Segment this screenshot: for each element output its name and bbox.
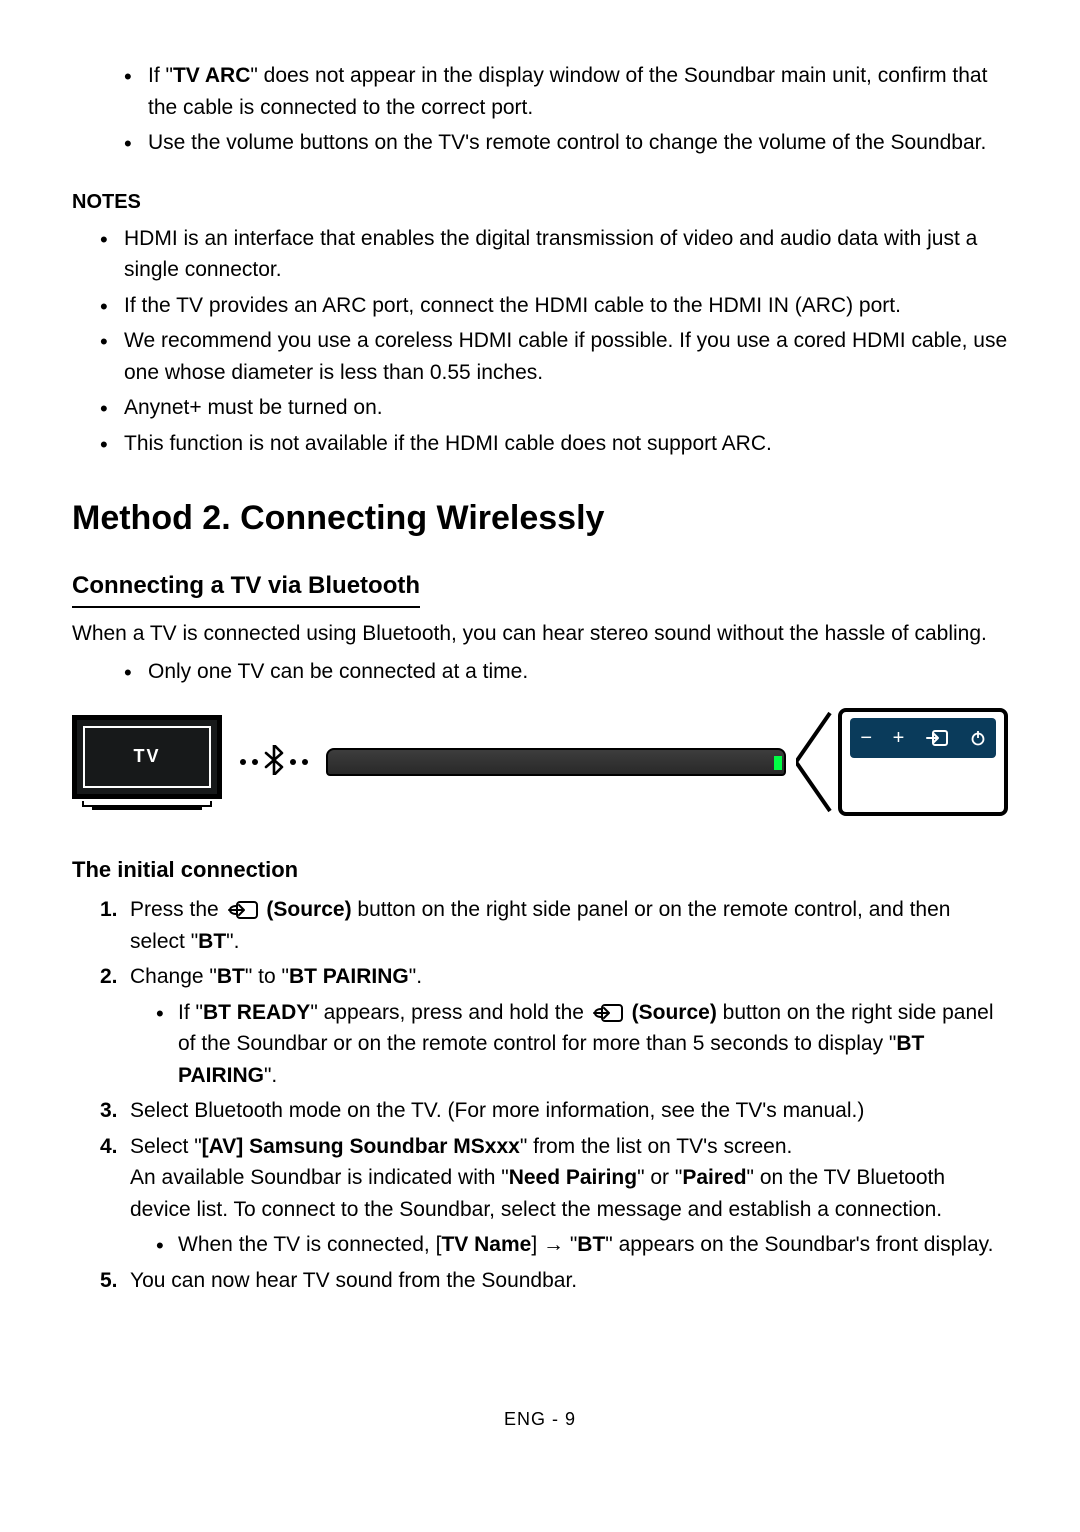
step-2-sub: If "BT READY" appears, press and hold th…: [156, 997, 1008, 1092]
tv-illustration: TV: [72, 715, 222, 810]
notes-list: HDMI is an interface that enables the di…: [100, 223, 1008, 460]
step-4: 4. Select "[AV] Samsung Soundbar MSxxx" …: [100, 1131, 1008, 1261]
note-item: If the TV provides an ARC port, connect …: [100, 290, 1008, 322]
prior-section-bullets: If "TV ARC" does not appear in the displ…: [124, 60, 1008, 159]
bullet-tv-arc: If "TV ARC" does not appear in the displ…: [124, 60, 1008, 123]
tv-screen: TV: [72, 715, 222, 799]
control-panel: − +: [838, 708, 1008, 816]
power-icon: [970, 730, 986, 746]
source-icon: [227, 900, 259, 920]
bullet-volume: Use the volume buttons on the TV's remot…: [124, 127, 1008, 159]
bluetooth-note-list: Only one TV can be connected at a time.: [124, 656, 1008, 688]
side-panel-illustration: − +: [804, 707, 1008, 817]
bluetooth-signal: [240, 745, 308, 780]
steps-list: 1. Press the (Source) button on the righ…: [100, 894, 1008, 1296]
tv-arc-term: TV ARC: [173, 64, 250, 87]
page-footer: ENG - 9: [72, 1406, 1008, 1433]
tv-label: TV: [133, 743, 160, 770]
method-2-heading: Method 2. Connecting Wirelessly: [72, 493, 1008, 544]
connection-diagram: TV − +: [72, 707, 1008, 817]
bluetooth-intro: When a TV is connected using Bluetooth, …: [72, 618, 1008, 650]
note-item: Anynet+ must be turned on.: [100, 392, 1008, 424]
bluetooth-icon: [264, 745, 284, 780]
note-item: This function is not available if the HD…: [100, 428, 1008, 460]
notes-heading: NOTES: [72, 187, 1008, 217]
note-item: We recommend you use a coreless HDMI cab…: [100, 325, 1008, 388]
volume-up-icon: +: [893, 723, 905, 753]
bluetooth-subheading: Connecting a TV via Bluetooth: [72, 568, 420, 608]
volume-down-icon: −: [860, 723, 872, 753]
step-3: 3. Select Bluetooth mode on the TV. (For…: [100, 1095, 1008, 1127]
step-4-sublist: When the TV is connected, [TV Name] → "B…: [156, 1229, 1008, 1261]
source-panel-icon: [925, 729, 949, 747]
note-item: HDMI is an interface that enables the di…: [100, 223, 1008, 286]
soundbar-illustration: [326, 748, 786, 776]
panel-display: − +: [850, 718, 996, 758]
step-4-sub: When the TV is connected, [TV Name] → "B…: [156, 1229, 1008, 1261]
source-icon: [592, 1003, 624, 1023]
step-1: 1. Press the (Source) button on the righ…: [100, 894, 1008, 957]
step-2-sublist: If "BT READY" appears, press and hold th…: [156, 997, 1008, 1092]
initial-connection-heading: The initial connection: [72, 853, 1008, 886]
step-2: 2. Change "BT" to "BT PAIRING". If "BT R…: [100, 961, 1008, 1091]
step-5: 5. You can now hear TV sound from the So…: [100, 1265, 1008, 1297]
one-tv-note: Only one TV can be connected at a time.: [124, 656, 1008, 688]
